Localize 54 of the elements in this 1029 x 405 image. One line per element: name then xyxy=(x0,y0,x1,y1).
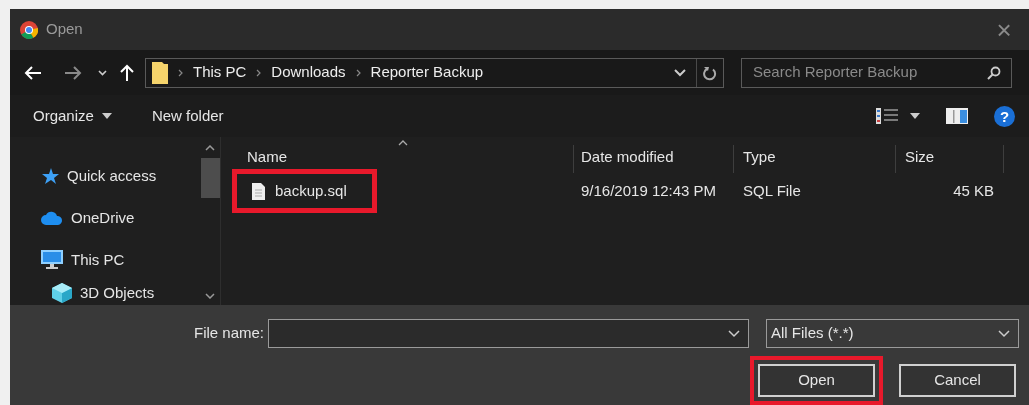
dialog-button[interactable]: Cancel xyxy=(899,364,1016,397)
scroll-thumb[interactable] xyxy=(200,158,220,198)
scroll-up-icon[interactable] xyxy=(205,145,215,151)
column-header[interactable]: Size xyxy=(896,145,1004,173)
cloud-icon xyxy=(41,211,63,225)
breadcrumb[interactable]: Reporter Backup xyxy=(370,61,484,84)
folder-icon xyxy=(152,61,168,84)
back-arrow-icon[interactable] xyxy=(24,64,42,81)
chevron-right-icon xyxy=(355,68,361,77)
chevron-right-icon xyxy=(178,68,183,77)
view-options-icon[interactable] xyxy=(876,108,898,124)
browser-logo-icon xyxy=(20,20,38,39)
chevron-down-icon[interactable] xyxy=(998,329,1010,338)
search-field[interactable]: Search Reporter Backup xyxy=(741,57,1012,88)
sidebar-item[interactable]: OneDrive xyxy=(71,206,135,230)
help-button[interactable]: ? xyxy=(994,105,1015,127)
breadcrumb[interactable]: Downloads xyxy=(271,61,346,84)
column-header[interactable]: Name xyxy=(221,145,574,173)
close-button[interactable]: × xyxy=(989,16,1019,43)
monitor-icon xyxy=(41,250,63,270)
new-folder-button[interactable]: New folder xyxy=(151,104,224,128)
dropdown-caret-icon xyxy=(101,113,112,119)
table-cell-text: SQL File xyxy=(742,180,802,201)
document-icon xyxy=(252,182,265,200)
sidebar-item[interactable]: Quick access xyxy=(67,164,157,188)
dropdown-caret-icon[interactable] xyxy=(910,113,920,119)
dialog-button[interactable]: Open xyxy=(758,364,875,397)
sidebar-item[interactable]: 3D Objects xyxy=(80,281,155,305)
column-header[interactable]: Type xyxy=(734,145,896,173)
organize-menu[interactable]: Organize xyxy=(33,104,112,128)
file-type-dropdown[interactable]: All Files (*.*) xyxy=(766,319,1019,348)
chevron-down-icon[interactable] xyxy=(728,329,740,338)
up-arrow-icon[interactable] xyxy=(119,63,135,82)
address-bar[interactable]: This PC Downloads Reporter Backup xyxy=(145,57,724,88)
preview-pane-icon[interactable] xyxy=(946,108,968,124)
table-cell-text: 45 KB xyxy=(952,180,994,201)
refresh-icon[interactable] xyxy=(703,64,717,81)
forward-arrow-icon[interactable] xyxy=(64,64,82,81)
chevron-down-icon[interactable] xyxy=(98,69,107,76)
chevron-right-icon xyxy=(256,68,262,77)
cube-icon xyxy=(52,283,72,303)
file-name-label: File name: xyxy=(192,323,265,344)
star-icon xyxy=(41,167,59,185)
search-icon[interactable] xyxy=(987,65,1001,80)
breadcrumb[interactable]: This PC xyxy=(193,61,247,84)
chevron-down-icon[interactable] xyxy=(674,68,686,77)
scroll-down-icon[interactable] xyxy=(205,293,215,299)
sidebar-item[interactable]: This PC xyxy=(71,248,125,272)
window-title: Open xyxy=(46,19,83,40)
column-header[interactable]: Date modified xyxy=(574,145,734,173)
file-type-value: All Files (*.*) xyxy=(771,323,855,344)
file-name-field[interactable] xyxy=(268,319,749,348)
table-cell-text: 9/16/2019 12:43 PM xyxy=(580,180,718,201)
search-placeholder: Search Reporter Backup xyxy=(753,62,919,83)
